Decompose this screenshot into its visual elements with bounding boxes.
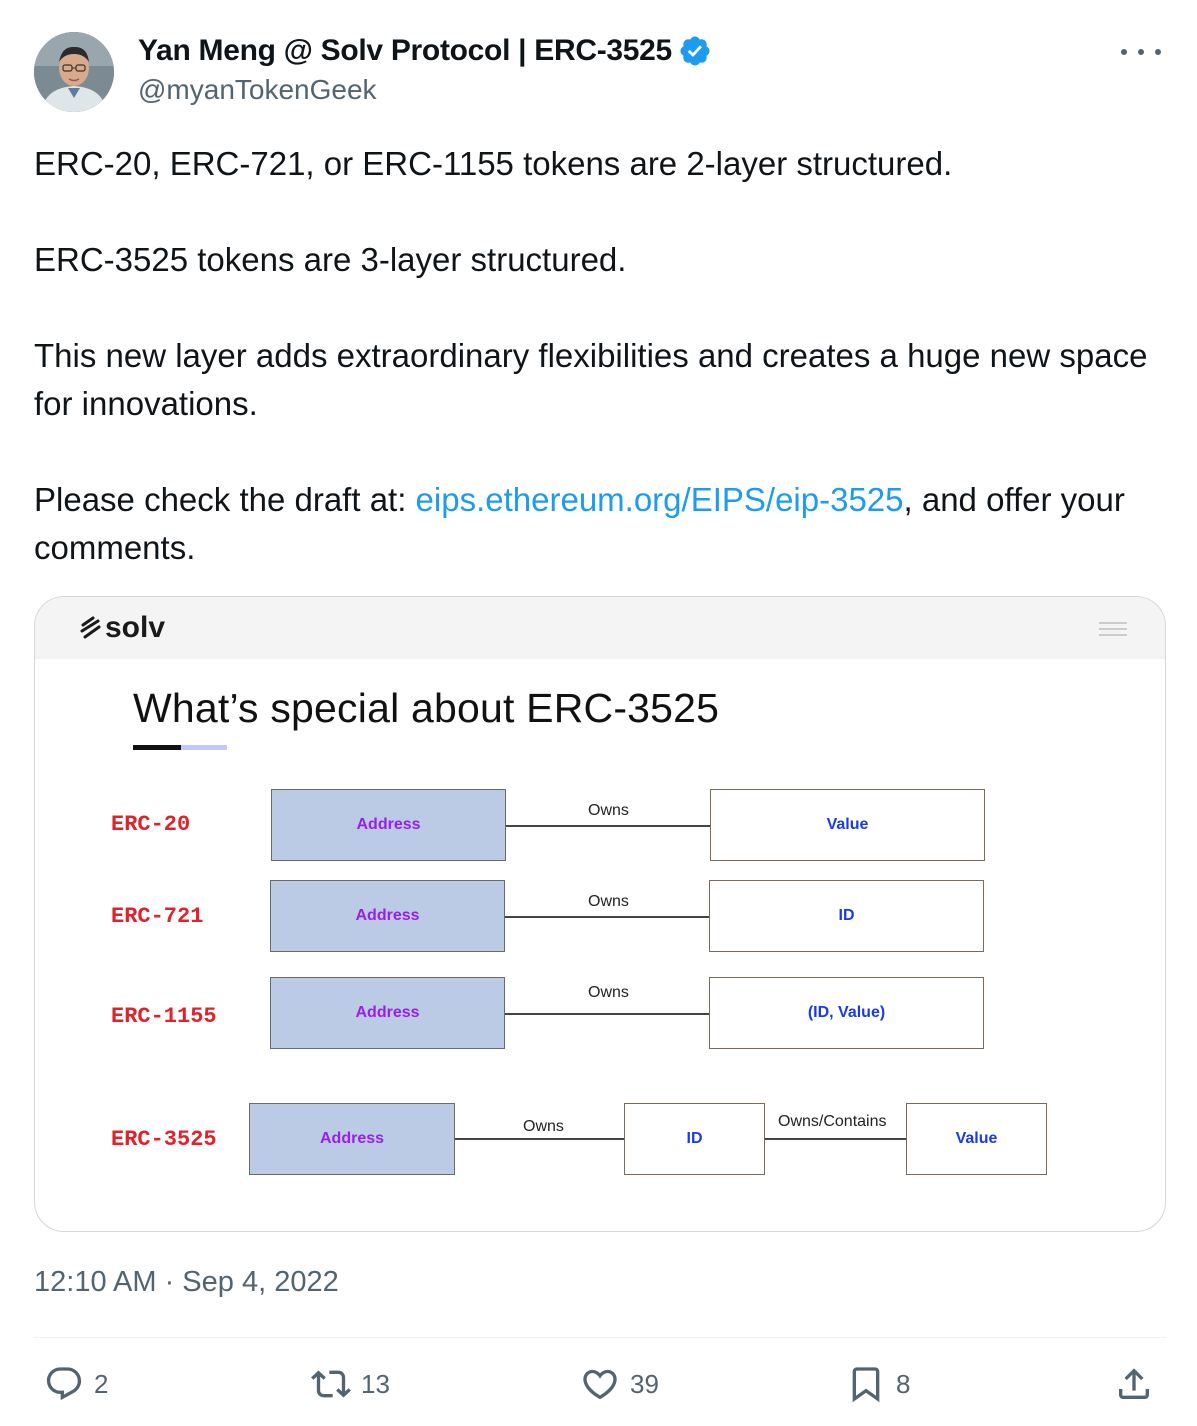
menu-icon — [1099, 622, 1127, 640]
slide-title: What’s special about ERC-3525 — [133, 685, 720, 731]
target-box: Value — [710, 789, 985, 861]
owns-connector — [505, 916, 710, 918]
retweet-button[interactable]: 13 — [311, 1364, 390, 1404]
slide-header: solv — [35, 597, 1165, 659]
author-block[interactable]: Yan Meng @ Solv Protocol | ERC-3525 @mya… — [138, 34, 712, 106]
bookmark-count: 8 — [896, 1368, 911, 1399]
solv-logo-icon — [80, 616, 101, 639]
address-box: Address — [270, 880, 505, 952]
retweet-icon — [311, 1370, 351, 1398]
solv-logo: solv — [79, 611, 165, 645]
like-button[interactable]: 39 — [580, 1364, 659, 1404]
author-handle[interactable]: @myanTokenGeek — [138, 74, 712, 106]
bookmark-icon — [852, 1367, 880, 1403]
target-box: (ID, Value) — [709, 977, 984, 1049]
tweet-text: ERC-20, ERC-721, or ERC-1155 tokens are … — [34, 140, 1164, 572]
divider — [34, 1337, 1166, 1338]
relation-label: Owns — [588, 984, 629, 1001]
relation-label: Owns — [523, 1118, 564, 1135]
erc-label: ERC-20 — [111, 812, 191, 837]
tweet-media-image[interactable]: solv What’s special about ERC-3525 ERC-2… — [34, 596, 1166, 1232]
bookmark-button[interactable]: 8 — [846, 1364, 910, 1404]
tweet-paragraph: Please check the draft at: eips.ethereum… — [34, 476, 1164, 572]
tweet-timestamp[interactable]: 12:10 AM · Sep 4, 2022 — [34, 1266, 339, 1299]
heart-icon — [583, 1369, 617, 1400]
share-icon — [1119, 1368, 1149, 1399]
erc-label: ERC-1155 — [111, 1004, 217, 1029]
erc-label: ERC-3525 — [111, 1127, 217, 1152]
title-underline — [133, 745, 227, 750]
relation-label: Owns — [588, 893, 629, 910]
share-button[interactable] — [1114, 1364, 1154, 1404]
relation-label: Owns/Contains — [778, 1113, 887, 1130]
tweet-text-span: Please check the draft at: — [34, 481, 416, 518]
target-box: ID — [709, 880, 984, 952]
owns-connector — [505, 1013, 710, 1015]
more-options-icon[interactable] — [1121, 40, 1161, 64]
value-box: Value — [906, 1103, 1047, 1175]
solv-logo-text: solv — [105, 611, 166, 644]
address-box: Address — [270, 977, 505, 1049]
owns-connector — [506, 825, 711, 827]
eip-link[interactable]: eips.ethereum.org/EIPS/eip-3525 — [416, 481, 904, 518]
address-box: Address — [271, 789, 506, 861]
reply-count: 2 — [94, 1368, 109, 1399]
avatar[interactable] — [34, 32, 114, 112]
tweet-paragraph: ERC-3525 tokens are 3-layer structured. — [34, 241, 627, 278]
owns-contains-connector — [765, 1138, 908, 1140]
tweet-paragraph: ERC-20, ERC-721, or ERC-1155 tokens are … — [34, 145, 953, 182]
like-count: 39 — [630, 1368, 659, 1399]
id-box: ID — [624, 1103, 765, 1175]
reply-button[interactable]: 2 — [44, 1364, 108, 1404]
address-box: Address — [249, 1103, 455, 1175]
retweet-count: 13 — [361, 1368, 390, 1399]
author-name-row[interactable]: Yan Meng @ Solv Protocol | ERC-3525 — [138, 34, 712, 68]
relation-label: Owns — [588, 802, 629, 819]
author-name[interactable]: Yan Meng @ Solv Protocol | ERC-3525 — [138, 34, 672, 68]
verified-badge-icon — [680, 36, 710, 66]
reply-icon — [46, 1367, 82, 1401]
tweet-paragraph: This new layer adds extraordinary flexib… — [34, 337, 1148, 422]
erc-label: ERC-721 — [111, 904, 204, 929]
owns-connector — [455, 1138, 625, 1140]
